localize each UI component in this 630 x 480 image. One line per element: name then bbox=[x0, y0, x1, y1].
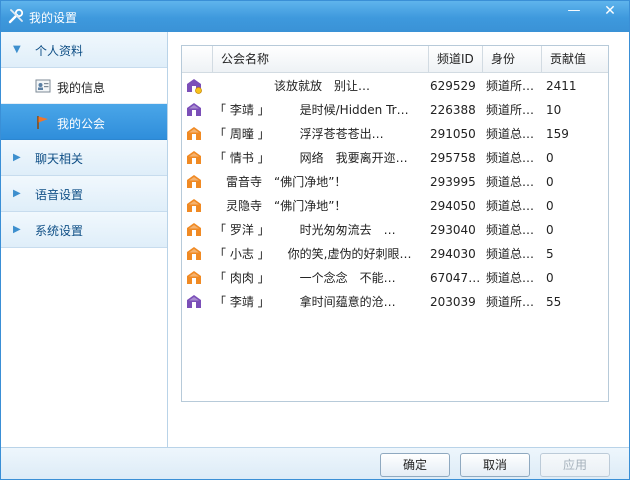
channel-id-cell: 294050 bbox=[430, 199, 476, 213]
guild-name-cell: 该放就放 别让… bbox=[214, 79, 371, 93]
guild-name-cell: 「 肉肉 」 一个念念 不能… bbox=[214, 271, 396, 285]
channel-id-cell: 294030 bbox=[430, 247, 476, 261]
channel-id-cell: 291050 bbox=[430, 127, 476, 141]
sidebar-item-my-info[interactable]: 我的信息 bbox=[1, 68, 167, 104]
table-row[interactable]: 「 情书 」 网络 我要离开迩… 295758 频道总… 0 bbox=[182, 146, 608, 170]
table-row[interactable]: 「 罗洋 」 时光匆匆流去 … 293040 频道总… 0 bbox=[182, 218, 608, 242]
sidebar-group-label: 系统设置 bbox=[35, 224, 84, 238]
table-row[interactable]: 雷音寺 “佛门净地”！ 293995 频道总… 0 bbox=[182, 170, 608, 194]
guild-name-cell: 「 周曈 」 浮浮苍苍苍出… bbox=[214, 127, 384, 141]
sidebar-group-label: 语音设置 bbox=[35, 188, 84, 202]
table-row[interactable]: 灵隐寺 “佛门净地”！ 294050 频道总… 0 bbox=[182, 194, 608, 218]
guild-member-orange-icon bbox=[186, 266, 206, 290]
close-button[interactable]: ✕ bbox=[597, 3, 623, 21]
chevron-right-icon: ▶ bbox=[13, 188, 21, 199]
channel-id-cell: 295758 bbox=[430, 151, 476, 165]
channel-id-cell: 203039 bbox=[430, 295, 476, 309]
sidebar-group-voice[interactable]: ▶ 语音设置 bbox=[1, 176, 167, 212]
role-cell: 频道总… bbox=[486, 151, 535, 165]
sidebar-item-my-guild[interactable]: 我的公会 bbox=[1, 104, 167, 140]
channel-id-cell: 293995 bbox=[430, 175, 476, 189]
header-channel-id[interactable]: 频道ID bbox=[429, 46, 483, 73]
guild-member-orange-icon bbox=[186, 218, 206, 242]
cancel-button[interactable]: 取消 bbox=[460, 453, 530, 477]
sidebar-item-label: 我的公会 bbox=[57, 117, 106, 131]
role-cell: 频道总… bbox=[486, 271, 535, 285]
guild-name-cell: 「 小志 」 你的笑,虚伪的好刺眼… bbox=[214, 247, 412, 261]
table-row[interactable]: 「 李靖 」 是时候/Hidden Tr… 226388 频道所… 10 bbox=[182, 98, 608, 122]
guild-member-orange-icon bbox=[186, 122, 206, 146]
main-content: 公会名称 频道ID 身份 贡献值 该放就放 别让… 629529 频道所… 2411 「… bbox=[168, 32, 629, 447]
table-row[interactable]: 「 肉肉 」 一个念念 不能… 67047599 频道总… 0 bbox=[182, 266, 608, 290]
role-cell: 频道所… bbox=[486, 295, 535, 309]
sidebar-group-label: 聊天相关 bbox=[35, 152, 84, 166]
channel-id-cell: 67047599 bbox=[430, 271, 482, 285]
channel-id-cell: 226388 bbox=[430, 103, 476, 117]
guild-name-cell: 雷音寺 “佛门净地”！ bbox=[214, 175, 347, 189]
header-guild-name[interactable]: 公会名称 bbox=[213, 46, 429, 73]
window-title: 我的设置 bbox=[29, 11, 78, 25]
guild-name-cell: 灵隐寺 “佛门净地”！ bbox=[214, 199, 347, 213]
id-card-icon bbox=[35, 79, 51, 93]
channel-id-cell: 629529 bbox=[430, 79, 476, 93]
flag-icon bbox=[37, 116, 48, 129]
contribution-cell: 10 bbox=[546, 103, 562, 117]
guild-member-orange-icon bbox=[186, 242, 206, 266]
role-cell: 频道所… bbox=[486, 103, 535, 117]
header-icon-col bbox=[182, 46, 213, 73]
table-row[interactable]: 「 李靖 」 拿时间蕴意的沧… 203039 频道所… 55 bbox=[182, 290, 608, 314]
contribution-cell: 0 bbox=[546, 175, 554, 189]
chevron-down-icon: ▼ bbox=[13, 44, 21, 55]
chevron-right-icon: ▶ bbox=[13, 152, 21, 163]
sidebar-group-label: 个人资料 bbox=[35, 44, 84, 58]
header-role[interactable]: 身份 bbox=[483, 46, 542, 73]
guild-name-cell: 「 情书 」 网络 我要离开迩… bbox=[214, 151, 408, 165]
contribution-cell: 2411 bbox=[546, 79, 577, 93]
guild-owner-icon bbox=[186, 74, 206, 98]
chevron-right-icon: ▶ bbox=[13, 224, 21, 235]
contribution-cell: 55 bbox=[546, 295, 562, 309]
table-row[interactable]: 「 小志 」 你的笑,虚伪的好刺眼… 294030 频道总… 5 bbox=[182, 242, 608, 266]
dialog-footer: 确定 取消 应用 bbox=[1, 447, 629, 479]
guild-name-cell: 「 李靖 」 是时候/Hidden Tr… bbox=[214, 103, 409, 117]
role-cell: 频道所… bbox=[486, 79, 535, 93]
role-cell: 频道总… bbox=[486, 247, 535, 261]
apply-button[interactable]: 应用 bbox=[540, 453, 610, 477]
role-cell: 频道总… bbox=[486, 175, 535, 189]
table-row[interactable]: 该放就放 别让… 629529 频道所… 2411 bbox=[182, 74, 608, 98]
header-contribution[interactable]: 贡献值 bbox=[542, 46, 608, 73]
channel-id-cell: 293040 bbox=[430, 223, 476, 237]
sidebar-group-profile[interactable]: ▼ 个人资料 bbox=[1, 32, 167, 68]
guild-member-orange-icon bbox=[186, 170, 206, 194]
contribution-cell: 159 bbox=[546, 127, 569, 141]
settings-window: 我的设置 — ✕ ▼ 个人资料 我的信息 我的公会 ▶ 聊天相关 ▶ 语音设置 … bbox=[0, 0, 630, 480]
role-cell: 频道总… bbox=[486, 223, 535, 237]
guild-member-orange-icon bbox=[186, 146, 206, 170]
sidebar: ▼ 个人资料 我的信息 我的公会 ▶ 聊天相关 ▶ 语音设置 ▶ 系统设置 bbox=[1, 32, 168, 447]
guild-member-orange-icon bbox=[186, 194, 206, 218]
ok-button[interactable]: 确定 bbox=[380, 453, 450, 477]
minimize-button[interactable]: — bbox=[561, 3, 587, 21]
contribution-cell: 0 bbox=[546, 151, 554, 165]
contribution-cell: 0 bbox=[546, 223, 554, 237]
guild-name-cell: 「 李靖 」 拿时间蕴意的沧… bbox=[214, 295, 396, 309]
sidebar-group-system[interactable]: ▶ 系统设置 bbox=[1, 212, 167, 248]
guild-name-cell: 「 罗洋 」 时光匆匆流去 … bbox=[214, 223, 396, 237]
contribution-cell: 0 bbox=[546, 271, 554, 285]
contribution-cell: 5 bbox=[546, 247, 554, 261]
table-header: 公会名称 频道ID 身份 贡献值 bbox=[182, 46, 608, 73]
table-row[interactable]: 「 周曈 」 浮浮苍苍苍出… 291050 频道总… 159 bbox=[182, 122, 608, 146]
sidebar-group-chat[interactable]: ▶ 聊天相关 bbox=[1, 140, 167, 176]
role-cell: 频道总… bbox=[486, 127, 535, 141]
contribution-cell: 0 bbox=[546, 199, 554, 213]
role-cell: 频道总… bbox=[486, 199, 535, 213]
guild-member-purple-icon bbox=[186, 98, 206, 122]
tools-icon bbox=[8, 8, 24, 24]
title-bar: 我的设置 — ✕ bbox=[1, 1, 629, 32]
guild-table: 公会名称 频道ID 身份 贡献值 该放就放 别让… 629529 频道所… 2411 「… bbox=[181, 45, 609, 402]
sidebar-item-label: 我的信息 bbox=[57, 81, 106, 95]
guild-member-purple-icon bbox=[186, 290, 206, 314]
